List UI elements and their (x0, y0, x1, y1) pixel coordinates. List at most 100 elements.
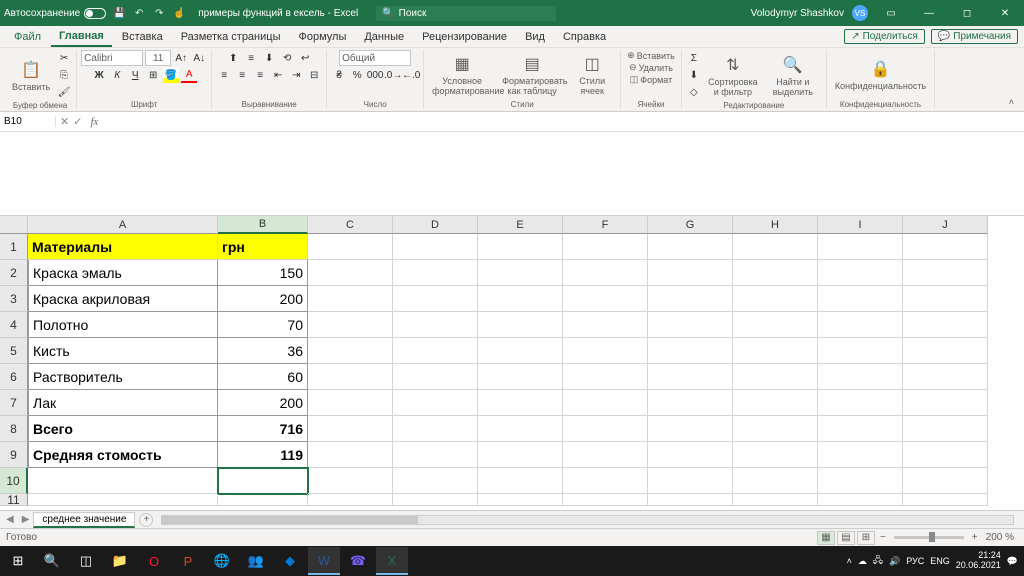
cell[interactable] (563, 286, 648, 312)
delete-cells-button[interactable]: ⊖Удалить (627, 62, 675, 73)
cell[interactable]: Лак (28, 390, 218, 416)
cell[interactable]: 36 (218, 338, 308, 364)
cell[interactable] (393, 234, 478, 260)
column-header[interactable]: A (28, 216, 218, 234)
row-header[interactable]: 3 (0, 286, 28, 312)
cell[interactable] (478, 468, 563, 494)
cell-styles-button[interactable]: ◫Стили ячеек (568, 51, 616, 98)
orientation-icon[interactable]: ⟲ (279, 50, 295, 66)
viber-icon[interactable]: ☎ (342, 547, 374, 575)
cell[interactable] (733, 416, 818, 442)
column-header[interactable]: F (563, 216, 648, 234)
italic-button[interactable]: К (109, 67, 125, 83)
cell[interactable] (308, 338, 393, 364)
row-header[interactable]: 9 (0, 442, 28, 468)
cell[interactable] (903, 416, 988, 442)
cell[interactable]: Средняя стомость (28, 442, 218, 468)
cell[interactable] (308, 468, 393, 494)
cell[interactable] (733, 390, 818, 416)
cell[interactable] (393, 416, 478, 442)
cell[interactable] (478, 234, 563, 260)
cell[interactable] (478, 286, 563, 312)
cell[interactable]: 200 (218, 390, 308, 416)
cell[interactable] (563, 364, 648, 390)
cell[interactable] (563, 390, 648, 416)
cell[interactable] (28, 468, 218, 494)
cell[interactable]: Кисть (28, 338, 218, 364)
font-name-select[interactable]: Calibri (81, 50, 143, 66)
chrome-icon[interactable]: 🌐 (206, 547, 238, 575)
cell[interactable] (648, 468, 733, 494)
fx-icon[interactable]: fx (86, 116, 102, 128)
cell[interactable]: 150 (218, 260, 308, 286)
cell[interactable] (478, 312, 563, 338)
cancel-formula-icon[interactable]: ✕ (60, 115, 69, 128)
cell[interactable] (563, 494, 648, 506)
cell[interactable] (478, 442, 563, 468)
cell[interactable] (308, 234, 393, 260)
cell[interactable] (563, 338, 648, 364)
tab-file[interactable]: Файл (6, 28, 49, 46)
bold-button[interactable]: Ж (91, 67, 107, 83)
cell[interactable] (733, 234, 818, 260)
username[interactable]: Volodymyr Shashkov (751, 8, 844, 19)
sheet-nav-prev-icon[interactable]: ◀ (2, 514, 18, 525)
cell[interactable] (733, 364, 818, 390)
undo-icon[interactable]: ↶ (132, 6, 146, 20)
cell[interactable] (733, 312, 818, 338)
align-top-icon[interactable]: ⬆ (225, 50, 241, 66)
cell[interactable] (648, 260, 733, 286)
teams-icon[interactable]: 👥 (240, 547, 272, 575)
align-middle-icon[interactable]: ≡ (243, 50, 259, 66)
percent-icon[interactable]: % (349, 67, 365, 83)
cut-icon[interactable]: ✂ (56, 50, 72, 66)
name-box[interactable]: B10 (0, 116, 56, 127)
align-bottom-icon[interactable]: ⬇ (261, 50, 277, 66)
tab-help[interactable]: Справка (555, 28, 614, 46)
cell[interactable] (308, 260, 393, 286)
explorer-icon[interactable]: 📁 (104, 547, 136, 575)
cell[interactable] (648, 442, 733, 468)
format-painter-icon[interactable]: 🖌 (56, 84, 72, 100)
cell[interactable] (478, 494, 563, 506)
cell[interactable] (393, 338, 478, 364)
cell[interactable] (308, 416, 393, 442)
cell[interactable] (478, 390, 563, 416)
cell[interactable]: Краска акриловая (28, 286, 218, 312)
cell[interactable] (818, 442, 903, 468)
tray-chevron-icon[interactable]: ˄ (847, 556, 852, 566)
cell[interactable] (818, 312, 903, 338)
page-break-view-icon[interactable]: ⊞ (857, 531, 875, 545)
cell[interactable] (563, 260, 648, 286)
collapse-ribbon-icon[interactable]: ˄ (1003, 95, 1020, 109)
cell[interactable] (903, 234, 988, 260)
cell[interactable] (818, 468, 903, 494)
cell[interactable] (308, 390, 393, 416)
cell[interactable] (818, 338, 903, 364)
cell[interactable] (308, 312, 393, 338)
cell[interactable] (903, 312, 988, 338)
add-sheet-button[interactable]: + (139, 513, 153, 527)
sheet-tab[interactable]: среднее значение (33, 512, 135, 528)
font-size-select[interactable]: 11 (145, 50, 171, 66)
cell[interactable]: Материалы (28, 234, 218, 260)
cell[interactable]: 119 (218, 442, 308, 468)
increase-decimal-icon[interactable]: .0→ (385, 67, 401, 83)
comments-button[interactable]: 💬Примечания (931, 29, 1018, 44)
cloud-icon[interactable]: ☁ (858, 556, 867, 567)
cell[interactable] (563, 468, 648, 494)
cell[interactable]: 60 (218, 364, 308, 390)
column-header[interactable]: I (818, 216, 903, 234)
insert-cells-button[interactable]: ⊕Вставить (625, 50, 677, 61)
paste-button[interactable]: 📋 Вставить (8, 57, 54, 94)
row-header[interactable]: 8 (0, 416, 28, 442)
excel-taskbar-icon[interactable]: X (376, 547, 408, 575)
column-header[interactable]: E (478, 216, 563, 234)
app-icon[interactable]: ◆ (274, 547, 306, 575)
fill-icon[interactable]: ⬇ (686, 67, 702, 83)
cell[interactable] (218, 494, 308, 506)
cell[interactable]: 70 (218, 312, 308, 338)
cell[interactable] (563, 442, 648, 468)
cell[interactable] (818, 286, 903, 312)
cell[interactable] (393, 390, 478, 416)
